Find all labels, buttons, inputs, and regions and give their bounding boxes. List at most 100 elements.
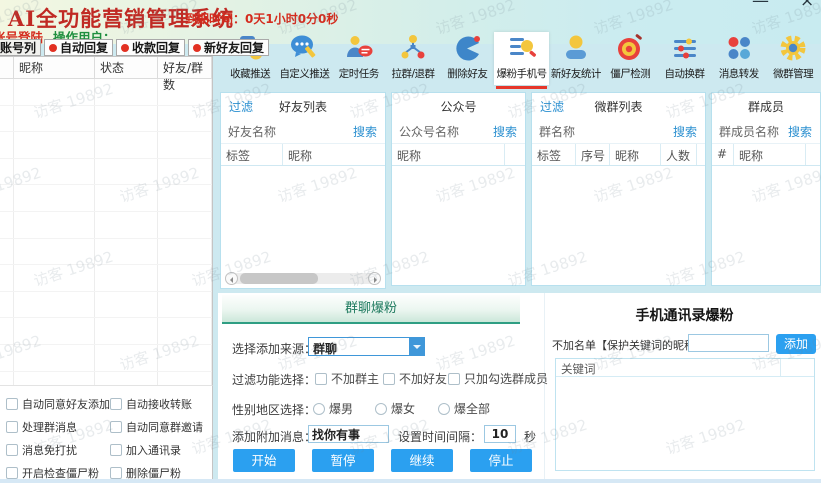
table-row [0, 106, 212, 133]
add-keyword-button[interactable]: 添加 [776, 334, 816, 354]
official-account-name-label: 公众号名称 [399, 123, 459, 140]
column-header-nickname: 昵称 [14, 57, 95, 78]
option-label: 加入通讯录 [126, 442, 181, 458]
red-dot-icon [49, 44, 57, 52]
close-button[interactable]: × [800, 0, 814, 11]
filter-only-checked[interactable]: 只加勾选群成员 [448, 370, 548, 387]
option-handle-group-message[interactable]: 处理群消息 [6, 419, 77, 435]
source-dropdown[interactable]: 群聊 [308, 337, 425, 356]
filter-no-friend[interactable]: 不加好友 [383, 370, 447, 387]
option-auto-receive-transfer[interactable]: 自动接收转账 [110, 396, 192, 412]
minimize-button[interactable]: — [752, 0, 769, 11]
gender-male[interactable]: 爆男 [313, 400, 353, 417]
option-label: 开启检查僵尸粉 [22, 465, 99, 481]
message-input[interactable] [308, 425, 389, 443]
column-header-keyword: 关键词 [556, 359, 781, 376]
search-link[interactable]: 搜索 [353, 123, 377, 140]
source-value: 群聊 [313, 340, 337, 357]
toolbar-item-delete-friend[interactable]: 删除好友 [440, 32, 494, 85]
option-delete-zombie-fans[interactable]: 删除僵尸粉 [110, 465, 181, 481]
zombie-check-icon [615, 33, 645, 63]
horizontal-scrollbar[interactable] [225, 272, 381, 285]
group-name-label: 群名称 [539, 123, 575, 140]
member-name-label: 群成员名称 [719, 123, 779, 140]
column-header-nickname: 昵称 [392, 144, 505, 165]
option-label: 消息免打扰 [22, 442, 77, 458]
checkbox-icon [315, 373, 327, 385]
scroll-right-button[interactable] [368, 272, 381, 285]
toolbar-item-zombie-check[interactable]: 僵尸检测 [603, 32, 657, 85]
tab-new-friend-reply[interactable]: 新好友回复 [188, 39, 269, 56]
checkbox-icon [6, 421, 18, 433]
start-button[interactable]: 开始 [233, 449, 295, 472]
column-header-select [0, 57, 14, 78]
toolbar-item-join-quit-group[interactable]: 拉群/退群 [386, 32, 440, 85]
scrollbar-thumb[interactable] [240, 273, 318, 284]
search-link[interactable]: 搜索 [673, 123, 697, 140]
toolbar-item-label: 定时任务 [332, 66, 386, 81]
main-toolbar: 收藏推送 自定义推送 定时任务 拉群/退群 删除好友 爆粉手机号 新好友统计 [223, 32, 821, 85]
panel-title: 群成员 [712, 98, 820, 115]
column-header-friend-count: 好友/群数 [158, 57, 212, 78]
option-mute-message[interactable]: 消息免打扰 [6, 442, 77, 458]
interval-input[interactable] [484, 425, 516, 443]
toolbar-item-label: 自定义推送 [277, 66, 331, 81]
toolbar-item-new-friend-stats[interactable]: 新好友统计 [549, 32, 603, 85]
filter-link[interactable]: 过滤 [540, 98, 564, 115]
tab-account-list[interactable]: 账号列 [0, 39, 41, 56]
toolbar-item-timed-task[interactable]: 定时任务 [332, 32, 386, 85]
option-join-contacts[interactable]: 加入通讯录 [110, 442, 181, 458]
continue-button[interactable]: 继续 [391, 449, 453, 472]
table-row [0, 239, 212, 266]
column-header-tag: 标签 [532, 144, 576, 165]
option-label: 不加群主 [331, 370, 379, 387]
option-label: 删除僵尸粉 [126, 465, 181, 481]
bottom-section: 群聊爆粉 选择添加来源： 群聊 过滤功能选择： 不加群主 不加好友 只加勾选群成… [218, 293, 821, 479]
chevron-down-icon[interactable] [409, 338, 424, 355]
table-row [0, 212, 212, 239]
gender-female[interactable]: 爆女 [375, 400, 415, 417]
toolbar-item-label: 微群管理 [766, 66, 820, 81]
friend-list-panel: 过滤好友列表 好友名称搜索 标签 昵称 [220, 92, 386, 289]
toolbar-item-message-forward[interactable]: 消息转发 [712, 32, 766, 85]
toolbar-item-phone-blast[interactable]: 爆粉手机号 [494, 32, 548, 85]
search-link[interactable]: 搜索 [788, 123, 812, 140]
scroll-left-button[interactable] [225, 272, 238, 285]
search-link[interactable]: 搜索 [493, 123, 517, 140]
tab-label: 新好友回复 [204, 39, 264, 56]
column-header-nickname: 昵称 [283, 144, 385, 165]
blacklist-label: 不加名单【保护关键词的昵称】 [552, 337, 706, 353]
tab-label: 账号列 [0, 39, 36, 56]
interval-label: 设置时间间隔： [398, 428, 482, 445]
column-header-extra [697, 144, 705, 165]
checkbox-icon [110, 421, 122, 433]
column-header-tag: 标签 [221, 144, 283, 165]
tab-auto-reply[interactable]: 自动回复 [44, 39, 113, 56]
option-check-zombie-fans[interactable]: 开启检查僵尸粉 [6, 465, 99, 481]
toolbar-item-group-manage[interactable]: 微群管理 [766, 32, 820, 85]
toolbar-item-custom-push[interactable]: 自定义推送 [277, 32, 331, 85]
gender-all[interactable]: 爆全部 [438, 400, 490, 417]
toolbar-item-label: 删除好友 [440, 66, 494, 81]
option-label: 爆全部 [454, 400, 490, 417]
tab-payment-reply[interactable]: 收款回复 [116, 39, 185, 56]
account-table-header: 昵称 状态 好友/群数 [0, 57, 212, 79]
checkbox-icon [6, 444, 18, 456]
filter-no-owner[interactable]: 不加群主 [315, 370, 379, 387]
filter-option-label: 过滤功能选择： [232, 371, 316, 388]
option-label: 只加勾选群成员 [464, 370, 548, 387]
option-auto-accept-friend[interactable]: 自动同意好友添加 [6, 396, 110, 412]
new-friend-stats-icon [561, 33, 591, 63]
radio-icon [438, 403, 450, 415]
app-window: AI全功能营销管理系统 到期时间：0天1小时0分0秒 — × 账号登陆操作用户：… [0, 0, 821, 483]
blacklist-input[interactable] [688, 334, 769, 352]
toolbar-item-label: 收藏推送 [223, 66, 277, 81]
option-auto-accept-group-invite[interactable]: 自动同意群邀请 [110, 419, 203, 435]
pause-button[interactable]: 暂停 [312, 449, 374, 472]
column-header-serial: 序号 [576, 144, 610, 165]
group-blast-header: 群聊爆粉 [222, 295, 520, 324]
stop-button[interactable]: 停止 [470, 449, 532, 472]
toolbar-item-auto-switch-group[interactable]: 自动换群 [657, 32, 711, 85]
column-header-nickname: 昵称 [610, 144, 661, 165]
filter-link[interactable]: 过滤 [229, 98, 253, 115]
